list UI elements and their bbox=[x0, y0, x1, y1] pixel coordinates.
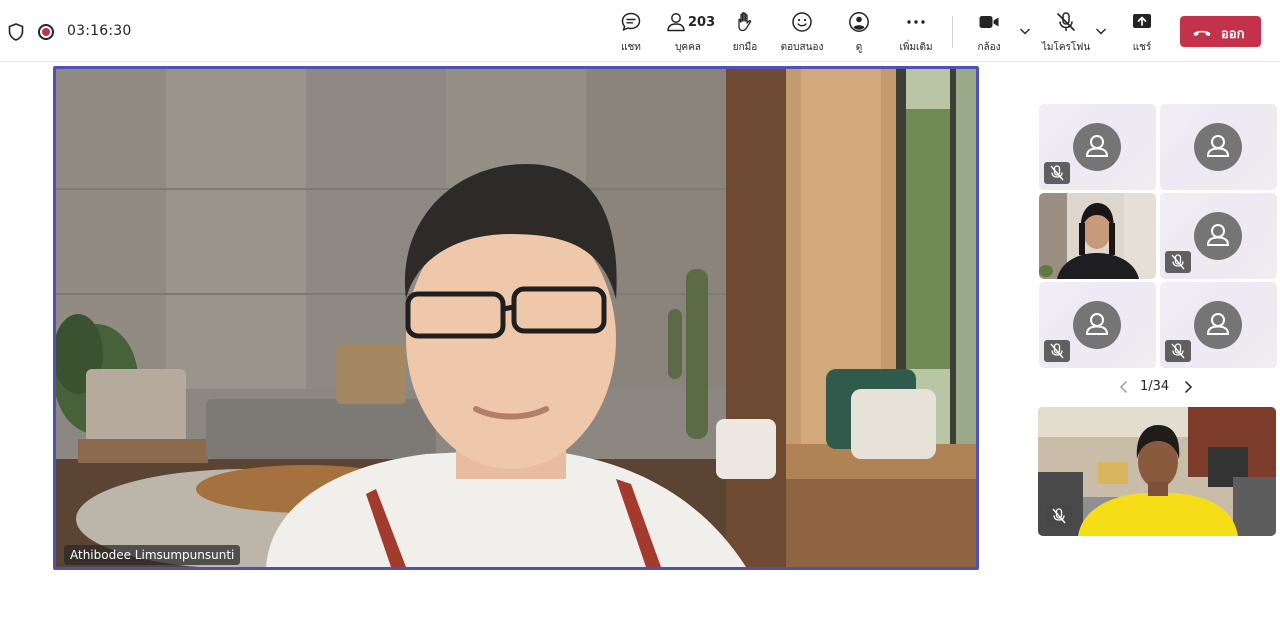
mic-off-icon bbox=[1056, 12, 1076, 32]
participant-tile[interactable] bbox=[1160, 282, 1277, 368]
chat-button[interactable]: แชท bbox=[601, 10, 661, 56]
leave-label: ออก bbox=[1221, 27, 1245, 42]
leave-button[interactable]: ออก bbox=[1180, 16, 1261, 47]
muted-indicator bbox=[1165, 251, 1191, 273]
more-label: เพิ่มเติม bbox=[899, 42, 933, 53]
camera-label: กล้อง bbox=[977, 42, 1001, 53]
chat-label: แชท bbox=[621, 42, 641, 53]
main-speaker-video[interactable]: Athibodee Limsumpunsunti bbox=[53, 66, 979, 570]
person-icon bbox=[1206, 224, 1230, 246]
people-count: 203 bbox=[688, 15, 716, 30]
mic-off-icon bbox=[1050, 343, 1064, 359]
mic-off-icon bbox=[1171, 254, 1185, 270]
people-label: บุคคล bbox=[675, 42, 701, 53]
people-button[interactable]: 203 บุคคล bbox=[658, 10, 718, 56]
hand-icon bbox=[738, 12, 752, 32]
person-icon bbox=[1206, 135, 1230, 157]
view-icon bbox=[849, 12, 869, 32]
speaker-name-tag: Athibodee Limsumpunsunti bbox=[64, 545, 241, 565]
react-label: ตอบสนอง bbox=[780, 42, 824, 53]
emoji-icon bbox=[792, 12, 812, 32]
avatar bbox=[1073, 301, 1121, 349]
chat-icon bbox=[621, 12, 641, 31]
person-icon bbox=[1206, 313, 1230, 335]
share-icon bbox=[1133, 14, 1151, 28]
view-label: ดู bbox=[855, 42, 863, 53]
microphone-label: ไมโครโฟน bbox=[1041, 42, 1091, 53]
muted-indicator bbox=[1044, 340, 1070, 362]
page-indicator: 1/34 bbox=[1140, 379, 1170, 394]
camera-icon bbox=[979, 16, 999, 28]
more-button[interactable]: เพิ่มเติม bbox=[886, 10, 946, 56]
avatar bbox=[1194, 301, 1242, 349]
share-button[interactable]: แชร์ bbox=[1112, 10, 1172, 56]
people-icon bbox=[667, 13, 685, 32]
chevron-left-icon[interactable] bbox=[1118, 379, 1130, 395]
self-view-video[interactable] bbox=[1038, 407, 1276, 536]
view-button[interactable]: ดู bbox=[829, 10, 889, 56]
mic-off-icon bbox=[1050, 165, 1064, 181]
mic-off-icon bbox=[1171, 343, 1185, 359]
toolbar-divider bbox=[952, 16, 953, 48]
raise-hand-button[interactable]: ยกมือ bbox=[715, 10, 775, 56]
shield-icon[interactable] bbox=[8, 23, 24, 41]
share-label: แชร์ bbox=[1132, 42, 1152, 53]
muted-indicator bbox=[1046, 505, 1072, 527]
muted-indicator bbox=[1165, 340, 1191, 362]
person-icon bbox=[1085, 313, 1109, 335]
chevron-down-icon[interactable] bbox=[1095, 26, 1107, 36]
meeting-timer: 03:16:30 bbox=[67, 23, 132, 39]
microphone-button[interactable]: ไมโครโฟน bbox=[1036, 10, 1096, 56]
react-button[interactable]: ตอบสนอง bbox=[772, 10, 832, 56]
participant-video-feed bbox=[1039, 193, 1156, 279]
avatar bbox=[1194, 123, 1242, 171]
person-icon bbox=[1085, 135, 1109, 157]
participant-tile[interactable] bbox=[1039, 104, 1156, 190]
chevron-down-icon[interactable] bbox=[1019, 26, 1031, 36]
mic-off-icon bbox=[1052, 508, 1066, 524]
muted-indicator bbox=[1044, 162, 1070, 184]
participant-video-tile[interactable] bbox=[1039, 193, 1156, 279]
camera-button[interactable]: กล้อง bbox=[959, 10, 1019, 56]
self-video-feed bbox=[1038, 407, 1276, 536]
phone-hangup-icon bbox=[1193, 30, 1211, 36]
more-icon bbox=[907, 20, 925, 24]
meeting-toolbar: 03:16:30 แชท 203 บุคคล ยกมือ ตอบสนอง ดู … bbox=[0, 0, 1280, 62]
chevron-right-icon[interactable] bbox=[1182, 379, 1194, 395]
participant-tile[interactable] bbox=[1039, 282, 1156, 368]
recording-icon bbox=[38, 24, 54, 40]
avatar bbox=[1194, 212, 1242, 260]
avatar bbox=[1073, 123, 1121, 171]
speaker-video-feed bbox=[56, 69, 976, 567]
participant-tile[interactable] bbox=[1160, 104, 1277, 190]
raise-hand-label: ยกมือ bbox=[732, 42, 758, 53]
participant-tile[interactable] bbox=[1160, 193, 1277, 279]
gallery-pager: 1/34 bbox=[1118, 378, 1198, 398]
